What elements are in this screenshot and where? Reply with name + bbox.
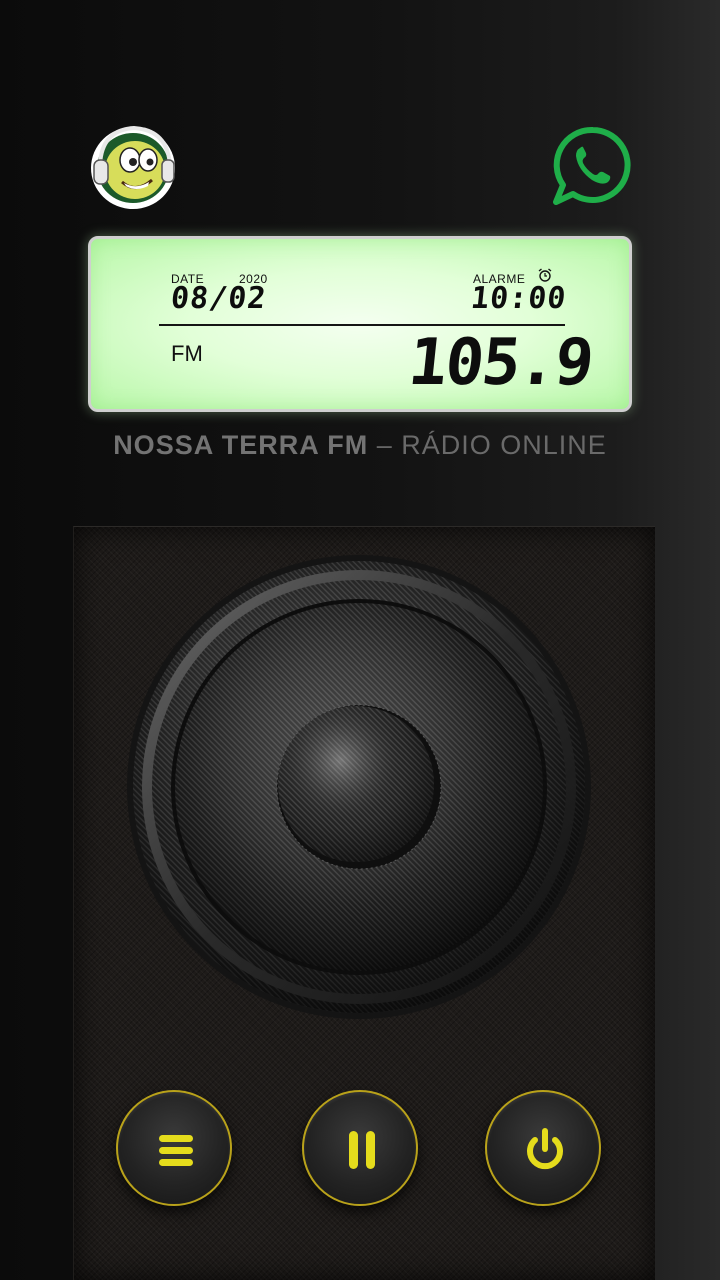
- alarm-clock-icon: [538, 268, 552, 282]
- speaker-icon: [127, 555, 591, 1019]
- station-title: NOSSA TERRA FM – RÁDIO ONLINE: [0, 430, 720, 461]
- station-subtitle: RÁDIO ONLINE: [401, 430, 607, 460]
- date-value: 08/02: [169, 281, 269, 316]
- pause-button[interactable]: [302, 1090, 418, 1206]
- station-name: NOSSA TERRA FM: [113, 430, 369, 460]
- lcd-display: DATE 2020 08/02 ALARME 10:00 FM 105.9: [88, 236, 632, 412]
- whatsapp-button[interactable]: [552, 124, 634, 206]
- pause-icon: [349, 1131, 375, 1169]
- whatsapp-icon: [553, 126, 631, 205]
- mascot-logo-icon: [86, 120, 182, 212]
- frequency-value: 105.9: [405, 326, 596, 400]
- menu-button[interactable]: [116, 1090, 232, 1206]
- power-button[interactable]: [485, 1090, 601, 1206]
- band-label: FM: [171, 341, 203, 366]
- station-separator: –: [376, 430, 393, 460]
- menu-icon: [159, 1135, 193, 1166]
- power-icon: [527, 1128, 563, 1170]
- alarm-time-value: 10:00: [469, 281, 569, 316]
- radio-player-screen: DATE 2020 08/02 ALARME 10:00 FM 105.9 NO…: [0, 0, 720, 1280]
